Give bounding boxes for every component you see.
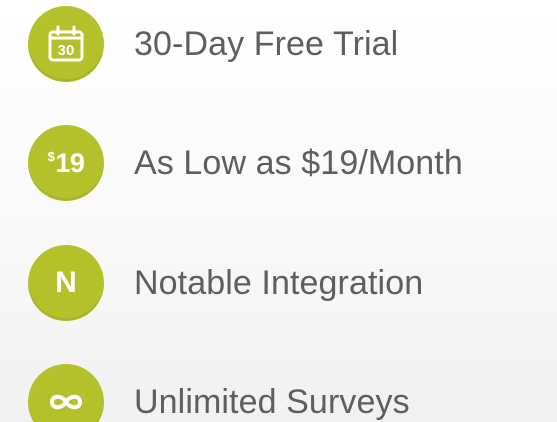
price-badge-amount: 19 — [55, 147, 85, 178]
price-badge-currency: $ — [47, 148, 55, 164]
infinity-icon-graphic — [50, 394, 82, 410]
feature-label-integration: Notable Integration — [134, 263, 424, 302]
feature-list: 30 30-Day Free Trial $19 As Low as $19/M… — [0, 0, 557, 422]
feature-label-pricing: As Low as $19/Month — [134, 143, 463, 182]
price-badge: $19 — [47, 147, 85, 178]
feature-label-free-trial: 30-Day Free Trial — [134, 24, 399, 63]
notable-badge-letter: N — [55, 266, 77, 299]
feature-free-trial: 30 30-Day Free Trial — [28, 6, 398, 82]
notable-n-icon: N — [28, 245, 104, 321]
feature-pricing: $19 As Low as $19/Month — [28, 125, 463, 201]
feature-integration: N Notable Integration — [28, 245, 423, 321]
calendar-icon-graphic: 30 — [48, 25, 84, 62]
price-icon: $19 — [28, 125, 104, 201]
calendar-day-number: 30 — [58, 42, 75, 59]
calendar-icon: 30 — [28, 6, 104, 82]
feature-label-unlimited-surveys: Unlimited Surveys — [134, 382, 410, 421]
feature-unlimited-surveys: Unlimited Surveys — [28, 364, 410, 422]
infinity-icon — [28, 364, 104, 422]
